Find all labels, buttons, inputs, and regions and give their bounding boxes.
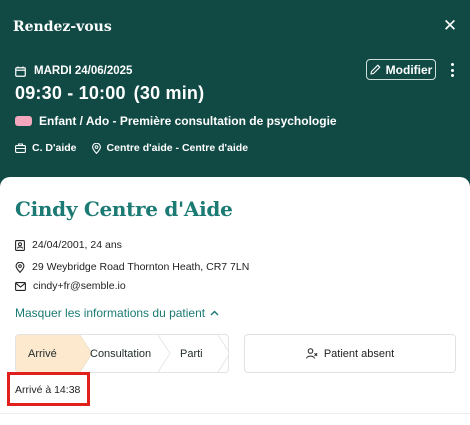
toggle-label: Masquer les informations du patient — [15, 306, 206, 320]
duration: (30 min) — [133, 83, 205, 103]
appointment-date: MARDI 24/06/2025 — [15, 65, 132, 77]
status-stepper: Arrivé Consultation Parti — [15, 334, 229, 373]
more-options-icon[interactable] — [446, 60, 458, 80]
map-pin-icon — [91, 142, 101, 154]
location-name: Centre d'aide - Centre d'aide — [106, 142, 249, 154]
type-color-tag — [15, 116, 32, 126]
patient-email: cindy+fr@semble.io — [15, 280, 126, 292]
location: Centre d'aide - Centre d'aide — [91, 142, 249, 154]
toggle-patient-info[interactable]: Masquer les informations du patient — [15, 306, 219, 320]
date-text: MARDI 24/06/2025 — [34, 65, 133, 77]
step-separator — [72, 335, 92, 372]
close-icon[interactable]: ✕ — [441, 17, 459, 35]
pencil-icon — [370, 64, 381, 75]
user-x-icon — [305, 348, 318, 359]
divider — [0, 413, 470, 414]
chevron-up-icon — [210, 310, 219, 316]
patient-card: Cindy Centre d'Aide 24/04/2001, 24 ans 2… — [0, 177, 470, 425]
step-arrived[interactable]: Arrivé — [16, 335, 80, 372]
email-text: cindy+fr@semble.io — [33, 280, 126, 292]
dob-text: 24/04/2001, 24 ans — [32, 239, 122, 251]
step-consultation[interactable]: Consultation — [90, 335, 160, 372]
modal-title: Rendez-vous — [13, 19, 112, 35]
patient-address: 29 Weybridge Road Thornton Heath, CR7 7L… — [15, 261, 249, 273]
practitioner-name: C. D'aide — [32, 142, 77, 154]
arrived-time: Arrivé à 14:38 — [15, 384, 81, 396]
step-separator — [217, 335, 228, 372]
practitioner: C. D'aide — [15, 142, 77, 154]
patient-dob: 24/04/2001, 24 ans — [15, 239, 122, 251]
type-label: Enfant / Ado - Première consultation de … — [39, 114, 337, 128]
appointment-time: 09:30 - 10:00 (30 min) — [15, 83, 204, 104]
absent-label: Patient absent — [323, 347, 395, 360]
modify-label: Modifier — [385, 62, 433, 77]
map-pin-icon — [15, 261, 25, 273]
time-range: 09:30 - 10:00 — [15, 83, 126, 103]
address-text: 29 Weybridge Road Thornton Heath, CR7 7L… — [32, 261, 250, 273]
appointment-type: Enfant / Ado - Première consultation de … — [15, 114, 337, 128]
calendar-icon — [15, 66, 26, 77]
appointment-details: C. D'aide Centre d'aide - Centre d'aide — [15, 142, 263, 154]
briefcase-icon — [15, 143, 26, 153]
mail-icon — [15, 281, 26, 291]
patient-absent-button[interactable]: Patient absent — [244, 334, 456, 373]
step-separator — [157, 335, 171, 372]
patient-name: Cindy Centre d'Aide — [15, 197, 233, 221]
id-card-icon — [15, 239, 25, 251]
appointment-header: Rendez-vous ✕ MARDI 24/06/2025 09:30 - 1… — [0, 0, 470, 182]
modify-button[interactable]: Modifier — [366, 59, 436, 80]
